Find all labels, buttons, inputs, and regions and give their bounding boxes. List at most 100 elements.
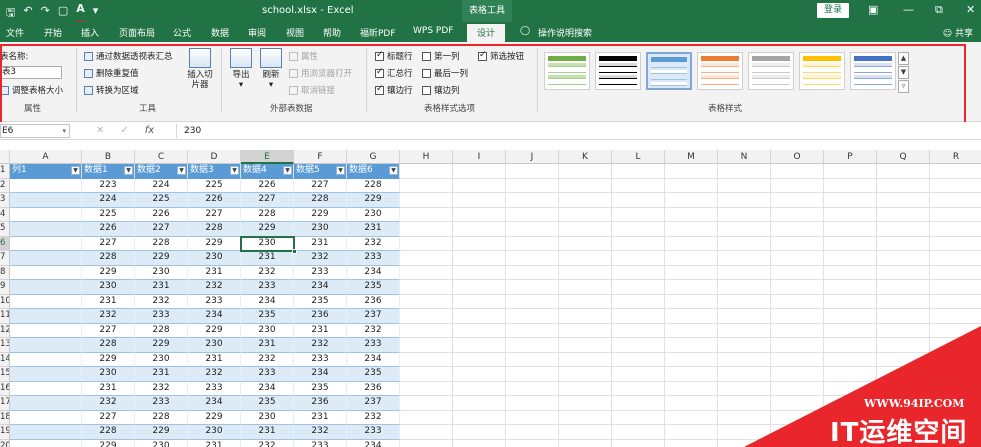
tab-data[interactable]: 数据: [211, 26, 229, 39]
table-cell[interactable]: 224: [135, 178, 188, 193]
grid-cell[interactable]: [506, 193, 559, 208]
table-cell[interactable]: 234: [188, 309, 241, 324]
table-cell[interactable]: 233: [294, 265, 347, 280]
grid-cell[interactable]: [824, 178, 877, 193]
grid-cell[interactable]: [665, 367, 718, 382]
table-cell[interactable]: 232: [241, 439, 294, 447]
table-cell[interactable]: 228: [135, 410, 188, 425]
grid-cell[interactable]: [771, 236, 824, 251]
grid-cell[interactable]: [930, 295, 981, 309]
table-cell[interactable]: 234: [294, 367, 347, 382]
enter-icon[interactable]: ✓: [120, 125, 128, 136]
grid-cell[interactable]: [718, 280, 771, 295]
row-header[interactable]: 15: [0, 367, 10, 382]
grid-cell[interactable]: [400, 251, 453, 266]
grid-cell[interactable]: [930, 208, 981, 222]
grid-cell[interactable]: [453, 265, 506, 280]
gallery-scroll-down-icon[interactable]: ▼: [898, 66, 909, 79]
table-cell[interactable]: 235: [241, 309, 294, 324]
table-header-cell[interactable]: 数据3 ▼: [188, 164, 241, 179]
grid-cell[interactable]: [612, 338, 665, 353]
column-header[interactable]: A: [10, 150, 82, 164]
table-header-cell[interactable]: 数据5 ▼: [294, 164, 347, 179]
grid-cell[interactable]: [612, 352, 665, 367]
formula-input[interactable]: 230: [176, 124, 981, 138]
row-header[interactable]: 12: [0, 323, 10, 338]
table-cell[interactable]: 231: [294, 236, 347, 251]
grid-cell[interactable]: [559, 222, 612, 237]
grid-cell[interactable]: [665, 425, 718, 440]
grid-cell[interactable]: [453, 381, 506, 396]
grid-cell[interactable]: [665, 396, 718, 411]
table-cell[interactable]: [10, 193, 82, 208]
grid-cell[interactable]: [559, 352, 612, 367]
grid-cell[interactable]: [665, 178, 718, 193]
tab-formulas[interactable]: 公式: [173, 26, 191, 39]
grid-cell[interactable]: [453, 352, 506, 367]
table-cell[interactable]: 230: [82, 367, 135, 382]
filter-dropdown-icon[interactable]: ▼: [389, 166, 398, 175]
table-cell[interactable]: 236: [294, 396, 347, 411]
table-cell[interactable]: [10, 236, 82, 251]
grid-cell[interactable]: [771, 396, 824, 411]
grid-cell[interactable]: [718, 381, 771, 396]
grid-cell[interactable]: [718, 352, 771, 367]
grid-cell[interactable]: [453, 251, 506, 266]
folder-icon[interactable]: ▢: [58, 4, 68, 23]
grid-cell[interactable]: [612, 178, 665, 193]
grid-cell[interactable]: [453, 280, 506, 295]
grid-cell[interactable]: [718, 309, 771, 324]
grid-cell[interactable]: [612, 323, 665, 338]
grid-cell[interactable]: [612, 265, 665, 280]
table-cell[interactable]: 235: [294, 381, 347, 396]
grid-cell[interactable]: [453, 338, 506, 353]
table-cell[interactable]: 227: [241, 193, 294, 208]
grid-cell[interactable]: [453, 178, 506, 193]
table-style-swatch[interactable]: [850, 52, 896, 90]
table-cell[interactable]: 231: [135, 367, 188, 382]
column-header[interactable]: O: [771, 150, 824, 164]
table-cell[interactable]: 223: [82, 178, 135, 193]
grid-cell[interactable]: [665, 352, 718, 367]
grid-cell[interactable]: [771, 280, 824, 295]
table-cell[interactable]: 227: [82, 236, 135, 251]
grid-cell[interactable]: [824, 323, 877, 338]
grid-cell[interactable]: [718, 338, 771, 353]
grid-cell[interactable]: [877, 222, 930, 237]
table-cell[interactable]: [10, 178, 82, 193]
table-style-swatch[interactable]: [595, 52, 641, 90]
table-cell[interactable]: 229: [82, 352, 135, 367]
table-cell[interactable]: 234: [241, 381, 294, 396]
grid-cell[interactable]: [665, 193, 718, 208]
table-cell[interactable]: 233: [347, 338, 400, 353]
gallery-more-icon[interactable]: ▿: [898, 80, 909, 93]
tab-review[interactable]: 审阅: [248, 26, 266, 39]
table-cell[interactable]: 233: [135, 309, 188, 324]
table-cell[interactable]: 233: [294, 352, 347, 367]
grid-cell[interactable]: [930, 280, 981, 295]
grid-cell[interactable]: [400, 309, 453, 324]
table-cell[interactable]: 228: [347, 178, 400, 193]
table-cell[interactable]: 227: [188, 207, 241, 222]
grid-cell[interactable]: [612, 439, 665, 447]
grid-cell[interactable]: [877, 236, 930, 251]
grid-cell[interactable]: [453, 309, 506, 324]
table-cell[interactable]: 225: [135, 193, 188, 208]
column-header[interactable]: I: [453, 150, 506, 164]
grid-cell[interactable]: [612, 236, 665, 251]
grid-cell[interactable]: [612, 425, 665, 440]
table-cell[interactable]: 229: [188, 323, 241, 338]
table-style-swatch[interactable]: [799, 52, 845, 90]
column-header[interactable]: B: [82, 150, 135, 164]
grid-cell[interactable]: [559, 164, 612, 179]
header-row-checkbox[interactable]: 标题行: [375, 50, 413, 62]
grid-cell[interactable]: [718, 164, 771, 179]
column-header[interactable]: C: [135, 150, 188, 164]
select-all-corner[interactable]: [0, 150, 10, 164]
grid-cell[interactable]: [559, 367, 612, 382]
grid-cell[interactable]: [506, 410, 559, 425]
row-header[interactable]: 1: [0, 164, 10, 179]
grid-cell[interactable]: [718, 207, 771, 222]
table-cell[interactable]: 232: [188, 367, 241, 382]
export-button[interactable]: 导出 ▾: [228, 48, 254, 90]
